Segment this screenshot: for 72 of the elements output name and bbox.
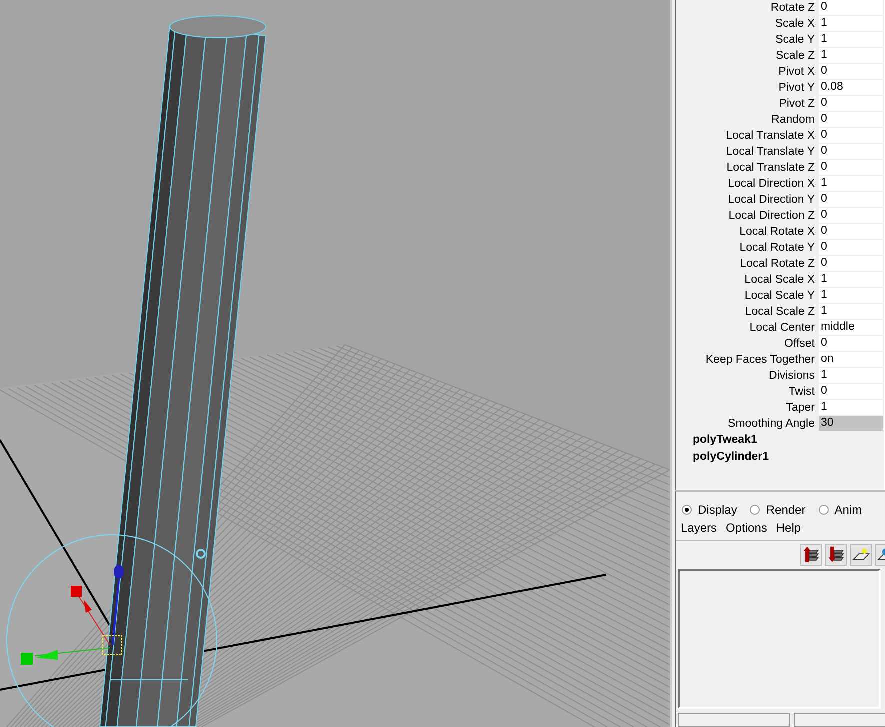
new-layer-icon[interactable] [850, 544, 872, 566]
attribute-label: Divisions [768, 370, 815, 382]
attribute-field[interactable]: 0 [819, 128, 883, 143]
attribute-field[interactable]: 1 [819, 272, 883, 287]
attribute-field[interactable]: 1 [819, 16, 883, 31]
attribute-field[interactable]: 0 [819, 384, 883, 399]
attribute-field[interactable]: on [819, 352, 883, 367]
radio-icon[interactable] [750, 505, 760, 515]
attribute-label: Local Rotate X [738, 226, 815, 238]
attribute-field[interactable]: 0 [819, 112, 883, 127]
attribute-label: Pivot Z [778, 98, 815, 110]
attribute-field[interactable]: 1 [819, 32, 883, 47]
attribute-label: Local Direction Y [727, 194, 815, 206]
attribute-label: Scale Z [775, 50, 815, 62]
attribute-label: Scale X [774, 18, 815, 30]
attribute-label: Local Scale Z [744, 306, 815, 318]
attribute-label: Taper [785, 402, 815, 414]
attribute-label: Local Translate Z [726, 162, 815, 174]
layer-down-icon[interactable] [825, 544, 847, 566]
attribute-label: Twist [788, 386, 815, 398]
attribute-field[interactable]: 1 [819, 288, 883, 303]
attribute-field[interactable]: middle [819, 320, 883, 335]
attribute-field[interactable]: 1 [819, 368, 883, 383]
attribute-label: Local Rotate Y [738, 242, 815, 254]
attribute-field[interactable]: 0 [819, 64, 883, 79]
attribute-label: Local Translate X [725, 130, 815, 142]
attribute-field[interactable]: 0 [819, 336, 883, 351]
attribute-field[interactable]: 1 [819, 304, 883, 319]
mode-radio[interactable]: Anim [818, 501, 862, 519]
radio-label: Display [698, 503, 738, 517]
radio-label: Render [766, 503, 806, 517]
attribute-label: Random [770, 114, 815, 126]
node-name[interactable]: polyCylinder1 [676, 449, 884, 465]
attribute-field[interactable]: 0 [819, 240, 883, 255]
menu-item[interactable]: Layers [681, 521, 718, 540]
radio-icon[interactable] [818, 505, 829, 515]
attribute-field[interactable]: 1 [819, 176, 883, 191]
attribute-label: Smoothing Angle [727, 418, 815, 430]
attribute-field[interactable]: 0 [819, 208, 883, 223]
attribute-label: Rotate Z [770, 2, 815, 14]
attribute-label: Pivot X [778, 66, 815, 78]
attribute-field[interactable]: 30 [819, 416, 883, 431]
menu-item[interactable]: Options [726, 521, 768, 540]
attribute-field[interactable]: 0 [819, 0, 883, 15]
menu-item[interactable]: Help [776, 521, 802, 540]
mode-radio[interactable]: Render [750, 501, 806, 519]
viewport-drawing[interactable] [0, 0, 670, 727]
radio-icon[interactable] [682, 505, 692, 515]
attribute-field[interactable]: 0 [819, 144, 883, 159]
attribute-field[interactable]: 0 [819, 96, 883, 111]
attribute-label: Local Translate Y [725, 146, 815, 158]
attribute-field[interactable]: 0.08 [819, 80, 883, 95]
mode-radio[interactable]: Display [682, 501, 738, 519]
attribute-label: Pivot Y [778, 82, 815, 94]
attribute-label: Local Rotate Z [739, 258, 815, 270]
attribute-label: Local Scale X [744, 274, 815, 286]
attribute-field[interactable]: 0 [819, 256, 883, 271]
attribute-label: Scale Y [774, 34, 815, 46]
attribute-field[interactable]: 1 [819, 400, 883, 415]
attribute-label: Offset [784, 338, 815, 350]
layer-up-icon[interactable] [800, 544, 822, 566]
radio-label: Anim [834, 503, 862, 517]
attribute-field[interactable]: 0 [819, 192, 883, 207]
attribute-field[interactable]: 1 [819, 48, 883, 63]
attribute-field[interactable]: 0 [819, 160, 883, 175]
attribute-label: Keep Faces Together [704, 354, 815, 366]
attribute-field[interactable]: 0 [819, 224, 883, 239]
attribute-label: Local Direction Z [728, 210, 815, 222]
attribute-label: Local Center [748, 322, 815, 334]
attribute-label: Local Scale Y [744, 290, 815, 302]
node-name[interactable]: polyTweak1 [676, 432, 884, 448]
attribute-label: Local Direction X [727, 178, 815, 190]
